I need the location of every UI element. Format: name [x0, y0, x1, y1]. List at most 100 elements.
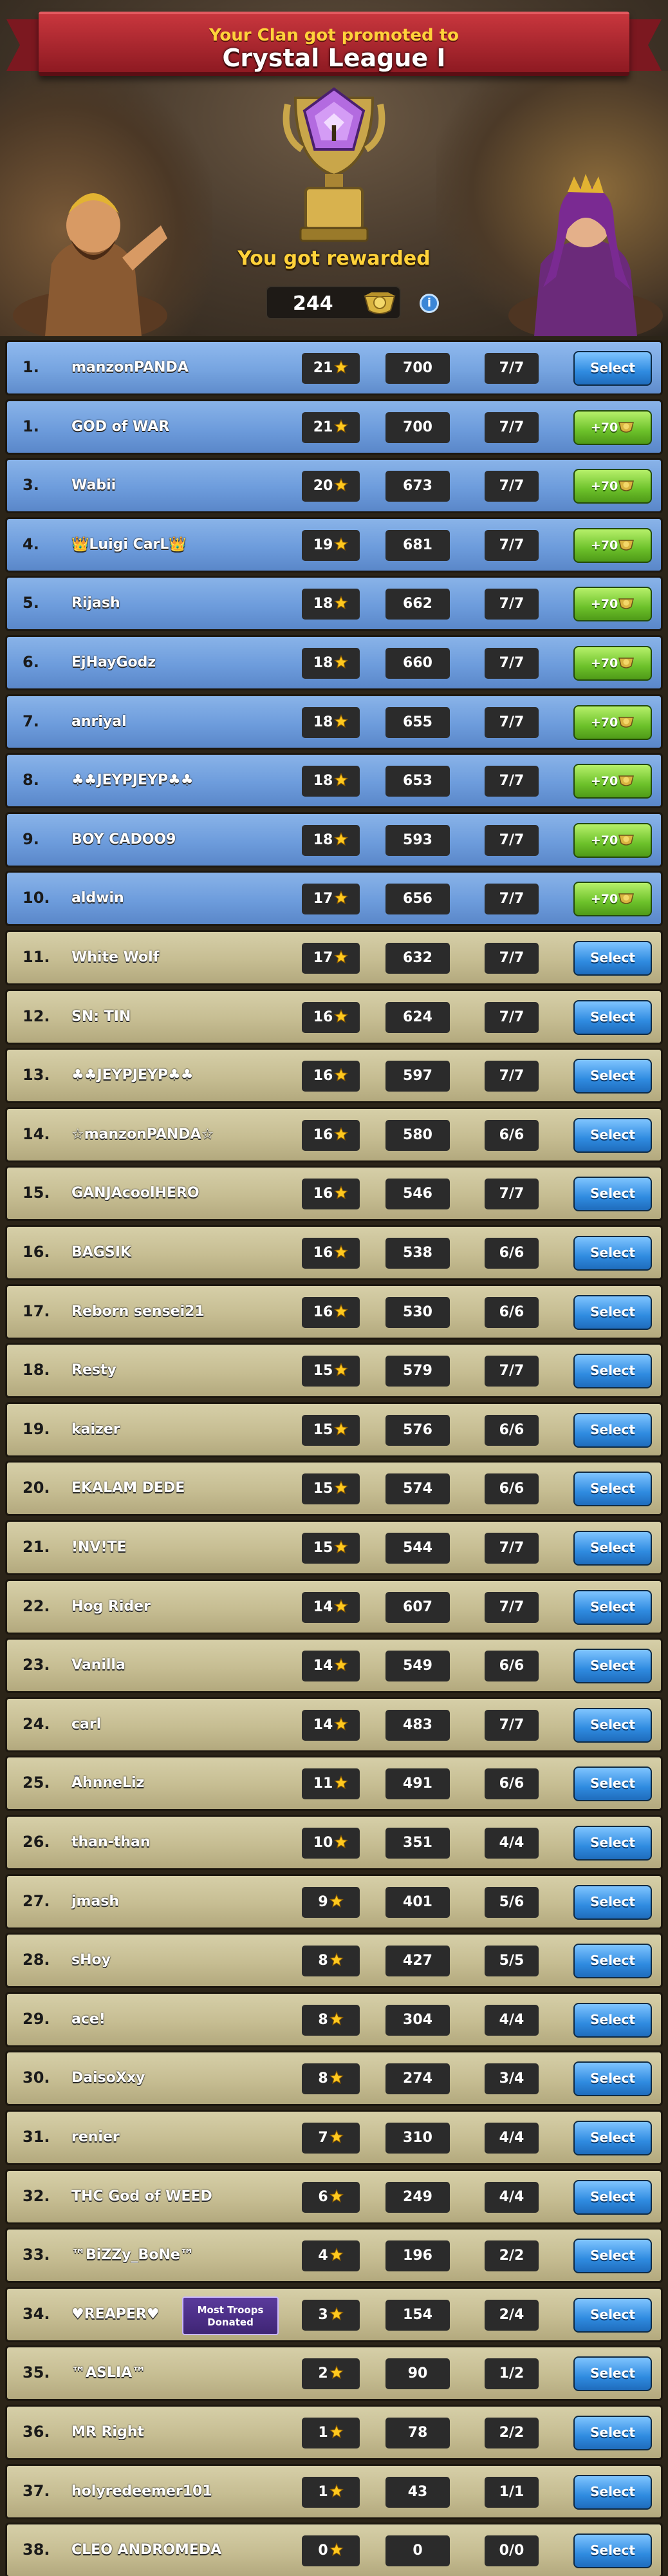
row-destruction-points: 310: [385, 2123, 450, 2154]
select-button[interactable]: Select: [573, 1059, 652, 1094]
row-attacks: 6/6: [485, 1414, 539, 1446]
row-rank: 37.: [23, 2481, 50, 2500]
info-icon[interactable]: i: [420, 294, 439, 313]
row-attacks: 1/1: [485, 2476, 539, 2508]
table-row: 17. Reborn sensei21 16 530 6/6 Select: [5, 1283, 663, 1340]
row-rank: 9.: [23, 829, 39, 848]
star-icon: [334, 950, 349, 964]
select-button[interactable]: Select: [573, 1412, 652, 1448]
bonus-reward-button[interactable]: +70: [573, 646, 652, 681]
star-icon: [334, 1835, 349, 1849]
table-row: 28. sHoy 8 427 5/5 Select: [5, 1933, 663, 1989]
select-button[interactable]: Select: [573, 1944, 652, 1979]
bonus-amount: +70: [590, 833, 618, 848]
table-row: 13. ♣♣JEYPJEYP♣♣ 16 597 7/7 Select: [5, 1048, 663, 1104]
select-button[interactable]: Select: [573, 941, 652, 976]
row-stars-value: 18: [313, 714, 333, 730]
bonus-reward-button[interactable]: +70: [573, 822, 652, 858]
bonus-reward-button[interactable]: +70: [573, 410, 652, 445]
select-button[interactable]: Select: [573, 2416, 652, 2450]
row-destruction-points: 546: [385, 1179, 450, 1210]
select-button[interactable]: Select: [573, 1177, 652, 1212]
bonus-amount: +70: [590, 479, 618, 494]
select-button[interactable]: Select: [573, 1707, 652, 1743]
row-attacks: 7/7: [485, 648, 539, 679]
select-button[interactable]: Select: [573, 1649, 652, 1684]
star-icon: [334, 714, 349, 728]
select-button[interactable]: Select: [573, 2474, 652, 2510]
banner-subtitle: Your Clan got promoted to: [209, 26, 459, 45]
select-button[interactable]: Select: [573, 2297, 652, 2333]
row-stars: 8: [302, 2004, 360, 2036]
select-button[interactable]: Select: [573, 1294, 652, 1330]
row-stars-value: 15: [313, 1481, 333, 1497]
table-row: 10. aldwin 17 656 7/7 +70: [5, 871, 663, 927]
star-icon: [329, 2483, 344, 2497]
row-stars-value: 18: [313, 831, 333, 848]
select-button[interactable]: Select: [573, 2061, 652, 2097]
reward-amount: 244: [293, 292, 333, 315]
row-player-name: ace!: [71, 2011, 106, 2027]
row-attacks: 7/7: [485, 412, 539, 443]
row-rank: 3.: [23, 476, 39, 495]
row-stars: 20: [302, 471, 360, 502]
select-button[interactable]: Select: [573, 2002, 652, 2038]
star-icon: [334, 1245, 349, 1259]
select-button[interactable]: Select: [573, 1236, 652, 1271]
row-player-name: ™BiZZy_BoNe™: [71, 2247, 194, 2264]
row-stars-value: 20: [313, 478, 333, 495]
bonus-reward-button[interactable]: +70: [573, 469, 652, 504]
reward-text: You got rewarded: [237, 247, 431, 270]
select-button[interactable]: Select: [573, 2356, 652, 2392]
select-button[interactable]: Select: [573, 2533, 652, 2569]
bonus-amount: +70: [590, 774, 618, 789]
reward-amount-box: 244: [266, 286, 401, 319]
select-button[interactable]: Select: [573, 1354, 652, 1389]
bonus-reward-button[interactable]: +70: [573, 764, 652, 799]
select-button[interactable]: Select: [573, 2179, 652, 2215]
table-row: 9. BOY CADOO9 18 593 7/7 +70: [5, 811, 663, 867]
bonus-reward-button[interactable]: +70: [573, 587, 652, 622]
row-player-name: DaisoXxy: [71, 2070, 145, 2087]
table-row: 29. ace! 8 304 4/4 Select: [5, 1991, 663, 2047]
select-button[interactable]: Select: [573, 1531, 652, 1566]
row-attacks: 6/6: [485, 1473, 539, 1505]
row-attacks: 3/4: [485, 2063, 539, 2095]
bonus-reward-button[interactable]: +70: [573, 705, 652, 740]
row-destruction-points: 653: [385, 766, 450, 797]
bonus-reward-button[interactable]: +70: [573, 882, 652, 917]
select-button[interactable]: Select: [573, 1826, 652, 1861]
star-icon: [329, 2543, 344, 2557]
row-stars: 3: [302, 2299, 360, 2331]
row-stars-value: 11: [313, 1776, 333, 1792]
row-stars: 0: [302, 2535, 360, 2567]
select-button[interactable]: Select: [573, 1589, 652, 1625]
bonus-amount: +70: [590, 420, 618, 435]
row-player-name: anriyal: [71, 713, 127, 730]
row-attacks: 6/6: [485, 1296, 539, 1328]
star-icon: [334, 419, 349, 433]
select-button[interactable]: Select: [573, 1117, 652, 1153]
star-icon: [334, 1776, 349, 1790]
select-button[interactable]: Select: [573, 1884, 652, 1920]
select-button[interactable]: Select: [573, 1472, 652, 1507]
select-button[interactable]: Select: [573, 1766, 652, 1802]
select-button[interactable]: Select: [573, 2121, 652, 2155]
row-stars: 8: [302, 1946, 360, 1977]
table-row: 16. BAGSIK 16 538 6/6 Select: [5, 1225, 663, 1280]
row-attacks: 5/6: [485, 1886, 539, 1918]
star-icon: [334, 1303, 349, 1318]
row-stars: 11: [302, 1768, 360, 1800]
row-rank: 10.: [23, 889, 50, 907]
row-player-name: Resty: [71, 1362, 116, 1379]
row-stars-value: 17: [313, 891, 333, 907]
select-button[interactable]: Select: [573, 2239, 652, 2274]
row-stars-value: 19: [313, 536, 333, 553]
row-stars: 21: [302, 353, 360, 384]
select-button[interactable]: Select: [573, 999, 652, 1035]
star-icon: [334, 360, 349, 374]
table-row: 18. Resty 15 579 7/7 Select: [5, 1343, 663, 1399]
select-button[interactable]: Select: [573, 351, 652, 386]
row-attacks: 4/4: [485, 2123, 539, 2154]
bonus-reward-button[interactable]: +70: [573, 527, 652, 563]
